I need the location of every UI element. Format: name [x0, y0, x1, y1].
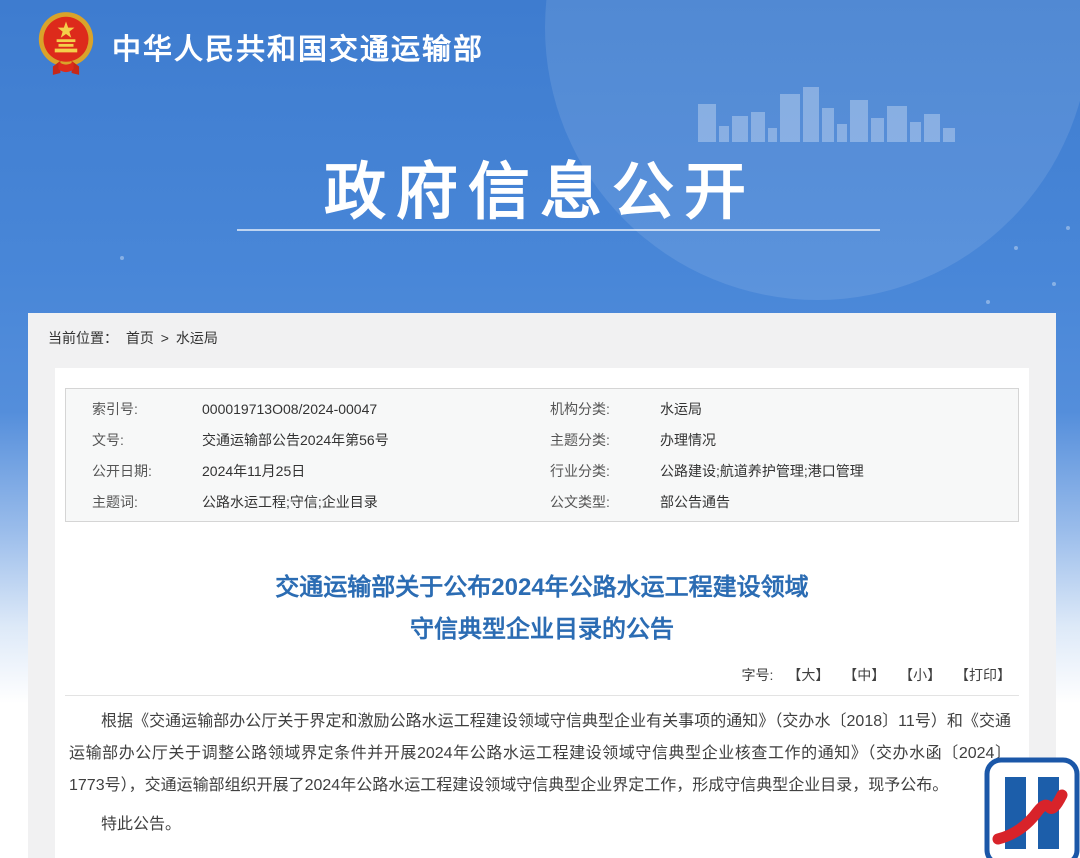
decor-dot [1052, 282, 1056, 286]
cityscape-silhouette [698, 82, 998, 142]
site-title-link[interactable]: 中华人民共和国交通运输部 [112, 26, 484, 68]
meta-value: 交通运输部公告2024年第56号 [202, 430, 542, 450]
meta-label: 主题词: [66, 492, 202, 512]
decor-dot [120, 256, 124, 260]
meta-value: 办理情况 [660, 430, 1018, 450]
meta-row: 公开日期: 2024年11月25日 行业分类: 公路建设;航道养护管理;港口管理 [66, 455, 1018, 486]
breadcrumb: 当前位置： 首页 > 水运局 [48, 328, 218, 348]
article-title-line1: 交通运输部关于公布2024年公路水运工程建设领域 [55, 567, 1029, 609]
breadcrumb-label: 当前位置： [48, 330, 118, 346]
meta-label: 公文类型: [542, 492, 660, 512]
font-medium-button[interactable]: 【中】 [843, 667, 885, 683]
font-size-label: 字号: [742, 667, 774, 683]
decor-dot [986, 300, 990, 304]
meta-label: 主题分类: [542, 430, 660, 450]
meta-value: 公路建设;航道养护管理;港口管理 [660, 461, 1018, 481]
font-small-button[interactable]: 【小】 [899, 667, 941, 683]
article-title-line2: 守信典型企业目录的公告 [55, 609, 1029, 651]
meta-row: 索引号: 000019713O08/2024-00047 机构分类: 水运局 [66, 393, 1018, 424]
article-title: 交通运输部关于公布2024年公路水运工程建设领域 守信典型企业目录的公告 [55, 567, 1029, 651]
meta-value: 水运局 [660, 399, 1018, 419]
breadcrumb-current-link[interactable]: 水运局 [176, 330, 218, 346]
meta-row: 主题词: 公路水运工程;守信;企业目录 公文类型: 部公告通告 [66, 486, 1018, 517]
page-background: 中华人民共和国交通运输部 政府信息公开 当前位置： 首页 > 水运局 索引号: … [0, 0, 1080, 858]
meta-label: 行业分类: [542, 461, 660, 481]
article-card: 索引号: 000019713O08/2024-00047 机构分类: 水运局 文… [55, 368, 1029, 858]
meta-label: 索引号: [66, 399, 202, 419]
meta-value: 000019713O08/2024-00047 [202, 401, 542, 417]
meta-row: 文号: 交通运输部公告2024年第56号 主题分类: 办理情况 [66, 424, 1018, 455]
print-button[interactable]: 【打印】 [955, 667, 1011, 683]
floating-logo-badge[interactable] [984, 757, 1080, 858]
decor-dot [1014, 246, 1018, 250]
content-card: 当前位置： 首页 > 水运局 索引号: 000019713O08/2024-00… [28, 313, 1056, 858]
breadcrumb-home-link[interactable]: 首页 [126, 330, 154, 346]
paragraph-1: 根据《交通运输部办公厅关于界定和激励公路水运工程建设领域守信典型企业有关事项的通… [69, 706, 1011, 802]
meta-label: 机构分类: [542, 399, 660, 419]
meta-label: 公开日期: [66, 461, 202, 481]
breadcrumb-separator: > [161, 330, 169, 346]
meta-value: 2024年11月25日 [202, 461, 542, 481]
national-emblem-icon [36, 9, 96, 82]
meta-label: 文号: [66, 430, 202, 450]
meta-value: 部公告通告 [660, 492, 1018, 512]
meta-table: 索引号: 000019713O08/2024-00047 机构分类: 水运局 文… [65, 388, 1019, 522]
title-divider [65, 695, 1019, 696]
font-large-button[interactable]: 【大】 [787, 667, 829, 683]
article-body: 根据《交通运输部办公厅关于界定和激励公路水运工程建设领域守信典型企业有关事项的通… [69, 706, 1011, 841]
paragraph-2: 特此公告。 [69, 809, 1011, 841]
header-bar: 中华人民共和国交通运输部 [0, 0, 1080, 90]
logo-icon [984, 757, 1080, 858]
page-banner-title: 政府信息公开 [0, 141, 1080, 231]
meta-value: 公路水运工程;守信;企业目录 [202, 492, 542, 512]
banner-underline [237, 229, 880, 231]
font-size-controls: 字号: 【大】 【中】 【小】 【打印】 [55, 665, 1029, 685]
